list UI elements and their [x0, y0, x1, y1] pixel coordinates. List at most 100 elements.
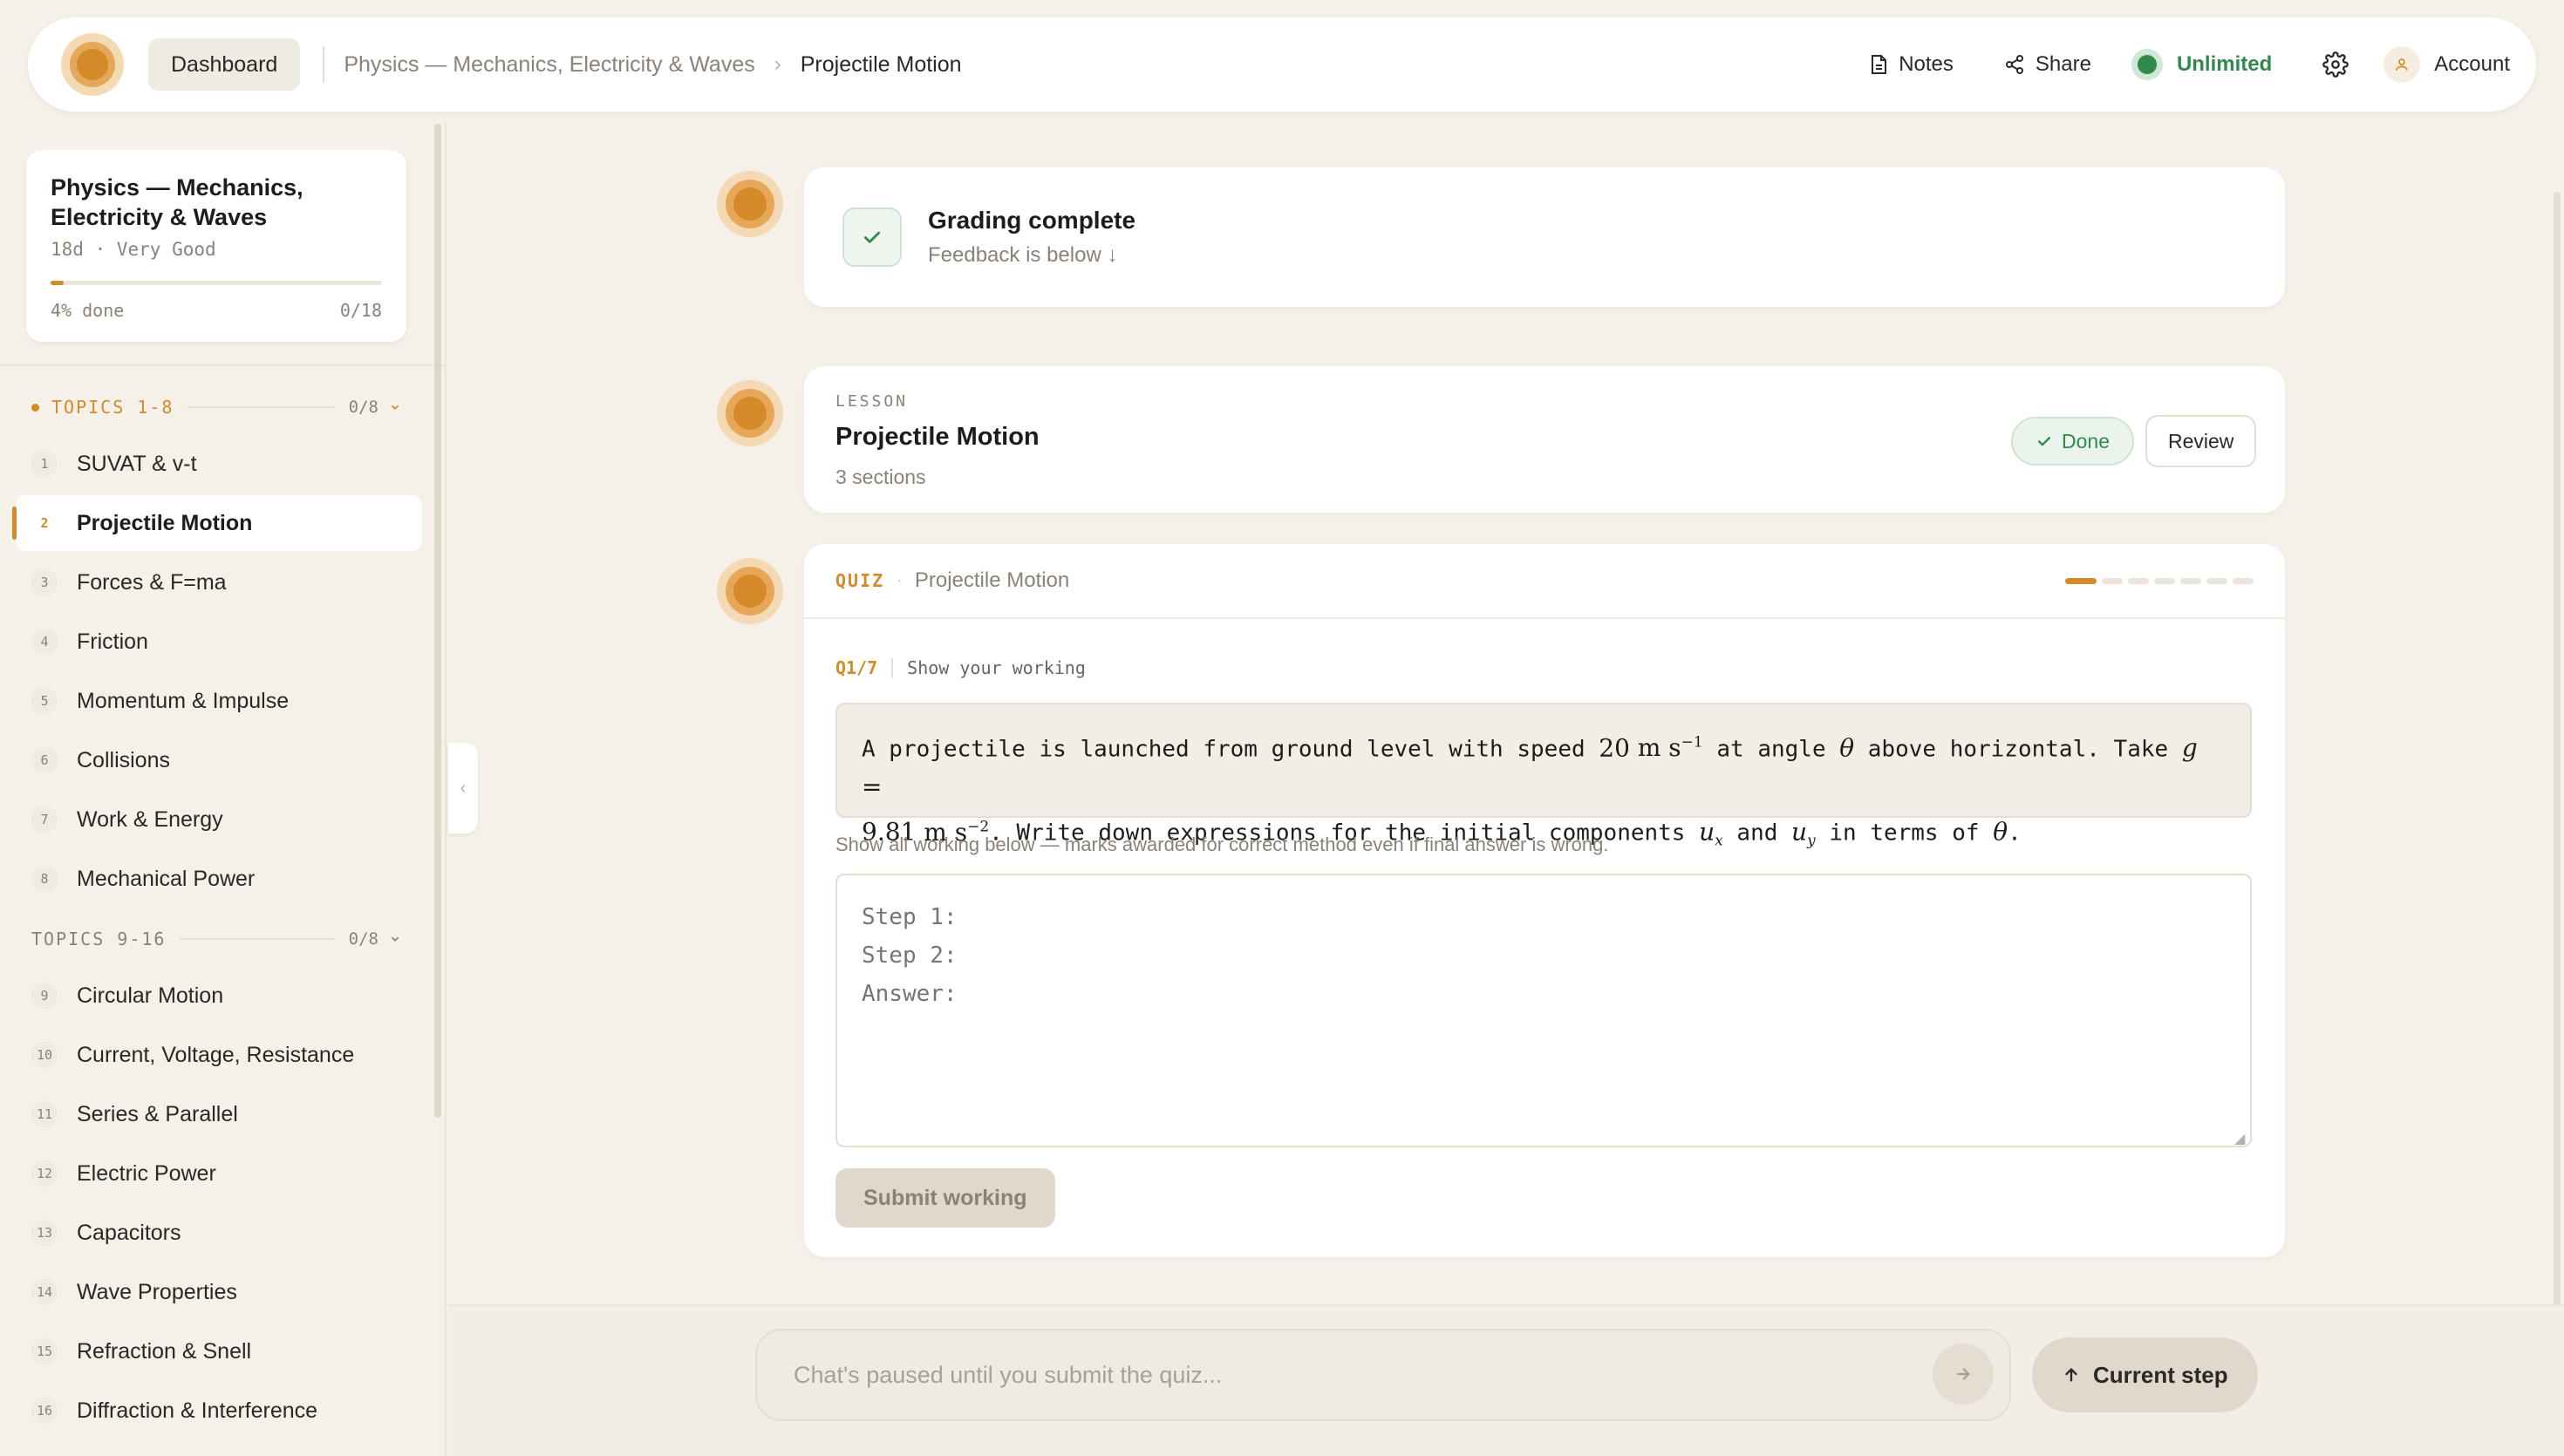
sidebar-item-topic[interactable]: 1 SUVAT & v-t: [16, 436, 422, 492]
tutor-avatar: [717, 558, 783, 624]
share-icon: [2005, 55, 2023, 74]
course-progress-bar: [51, 281, 382, 285]
header-divider: [323, 46, 325, 83]
grading-subtitle: Feedback is below ↓: [928, 243, 1118, 267]
active-dot-icon: [31, 403, 39, 412]
notes-button[interactable]: Notes: [1869, 52, 1954, 77]
topic-group-label: TOPICS 9-16: [31, 929, 167, 949]
sidebar-item-topic[interactable]: 6 Collisions: [16, 732, 422, 788]
user-icon: [2396, 58, 2409, 71]
lesson-card: LESSON Projectile Motion 3 sections Done…: [804, 366, 2285, 513]
quiz-step-dash: [2233, 577, 2254, 584]
topic-label: Electric Power: [77, 1160, 216, 1186]
sidebar-item-topic[interactable]: 3 Forces & F=ma: [16, 555, 422, 610]
quiz-separator: ·: [897, 570, 903, 590]
topic-label: Diffraction & Interference: [77, 1398, 318, 1423]
topic-group-header[interactable]: TOPICS 1-8 0/8: [31, 394, 401, 420]
topic-label: Projectile Motion: [77, 510, 253, 535]
topic-number: 9: [31, 983, 58, 1009]
topic-label: Current, Voltage, Resistance: [77, 1042, 355, 1067]
send-button[interactable]: [1933, 1344, 1994, 1405]
done-label: Done: [2062, 429, 2110, 452]
sidebar-item-topic[interactable]: 4 Friction: [16, 614, 422, 670]
check-icon: [2038, 437, 2050, 446]
topic-label: Refraction & Snell: [77, 1338, 252, 1364]
check-icon: [842, 208, 902, 267]
sidebar-item-topic[interactable]: 7 Work & Energy: [16, 792, 422, 847]
sidebar-scrollbar[interactable]: [434, 124, 441, 1118]
breadcrumb-current: Projectile Motion: [800, 51, 962, 77]
lesson-sections: 3 sections: [835, 466, 926, 488]
topic-number: 7: [31, 806, 58, 833]
sidebar-item-topic[interactable]: 10 Current, Voltage, Resistance: [16, 1027, 422, 1083]
sidebar-item-topic[interactable]: 9 Circular Motion: [16, 968, 422, 1024]
topic-label: Capacitors: [77, 1220, 181, 1245]
plan-badge[interactable]: Unlimited: [2131, 49, 2272, 80]
grading-title: Grading complete: [928, 207, 1136, 234]
done-badge[interactable]: Done: [2011, 417, 2134, 466]
course-title: Physics — Mechanics, Electricity & Waves: [51, 174, 303, 230]
grading-card: Grading complete Feedback is below ↓: [804, 167, 2285, 307]
account-label: Account: [2434, 52, 2510, 76]
arrow-right-icon: [1956, 1368, 1970, 1380]
current-step-button[interactable]: Current step: [2032, 1337, 2258, 1412]
sidebar-item-topic[interactable]: 8 Mechanical Power: [16, 851, 422, 907]
quiz-progress-indicator: [2060, 577, 2254, 584]
account-button[interactable]: Account: [2383, 46, 2510, 83]
share-button[interactable]: Share: [2004, 52, 2091, 77]
active-indicator: [12, 507, 17, 540]
working-hint: Show all working below — marks awarded f…: [835, 833, 1609, 855]
sidebar-item-topic[interactable]: 13 Capacitors: [16, 1205, 422, 1261]
dashboard-button[interactable]: Dashboard: [148, 38, 301, 91]
collapse-sidebar-button[interactable]: ‹: [448, 743, 478, 833]
topic-number: 15: [31, 1338, 58, 1364]
review-button[interactable]: Review: [2145, 415, 2257, 467]
tutor-avatar: [717, 380, 783, 446]
sidebar-divider: [0, 364, 445, 366]
topic-label: Forces & F=ma: [77, 569, 227, 595]
topic-label: Work & Energy: [77, 806, 223, 832]
notes-label: Notes: [1899, 52, 1954, 76]
sidebar-item-topic[interactable]: 16 Diffraction & Interference: [16, 1383, 422, 1439]
quiz-step-dash: [2102, 577, 2123, 584]
document-icon: [1872, 55, 1887, 74]
chevron-down-icon: [391, 936, 399, 942]
sidebar-item-topic[interactable]: 12 Electric Power: [16, 1146, 422, 1201]
quiz-card: QUIZ · Projectile Motion Q1/7 Show your …: [804, 544, 2285, 1257]
tutor-avatar: [717, 171, 783, 237]
sidebar-item-topic[interactable]: 11 Series & Parallel: [16, 1086, 422, 1142]
topic-label: Collisions: [77, 747, 170, 772]
main-scrollbar[interactable]: [2554, 192, 2561, 1308]
working-textarea[interactable]: [835, 874, 2252, 1147]
topic-label: Mechanical Power: [77, 866, 256, 891]
topic-label: Momentum & Impulse: [77, 688, 290, 713]
topic-group-header[interactable]: TOPICS 9-16 0/8: [31, 926, 401, 952]
app-logo[interactable]: [61, 33, 124, 96]
topic-number: 4: [31, 629, 58, 655]
chat-input[interactable]: Chat's paused until you submit the quiz.…: [755, 1329, 2011, 1421]
topic-number: 3: [31, 569, 58, 595]
topic-label: Wave Properties: [77, 1279, 237, 1304]
course-progress-fill: [51, 281, 65, 285]
chat-placeholder: Chat's paused until you submit the quiz.…: [794, 1361, 1223, 1388]
sidebar-item-topic[interactable]: 14 Wave Properties: [16, 1264, 422, 1320]
topic-number: 5: [31, 688, 58, 714]
sidebar-item-topic[interactable]: 15 Refraction & Snell: [16, 1323, 422, 1379]
question-text: A projectile is launched from ground lev…: [835, 703, 2252, 850]
course-card: Physics — Mechanics, Electricity & Waves…: [26, 150, 406, 342]
breadcrumb-chevron-icon: ›: [774, 52, 781, 76]
topic-label: SUVAT & v-t: [77, 451, 197, 476]
settings-button[interactable]: [2322, 51, 2349, 78]
topic-number: 16: [31, 1398, 58, 1424]
sidebar-item-topic[interactable]: 5 Momentum & Impulse: [16, 673, 422, 729]
breadcrumb-course[interactable]: Physics — Mechanics, Electricity & Waves: [344, 52, 754, 78]
top-bar: Dashboard Physics — Mechanics, Electrici…: [28, 17, 2536, 112]
quiz-name: Projectile Motion: [914, 568, 1070, 592]
resize-handle-icon[interactable]: ◢: [2234, 1130, 2245, 1147]
topic-number: 1: [31, 451, 58, 477]
sidebar-item-topic[interactable]: 2 Projectile Motion: [16, 495, 422, 551]
topic-group-label: TOPICS 1-8: [51, 397, 174, 418]
submit-working-button[interactable]: Submit working: [835, 1168, 1055, 1228]
quiz-tag: QUIZ: [835, 570, 885, 591]
topic-number: 14: [31, 1279, 58, 1305]
